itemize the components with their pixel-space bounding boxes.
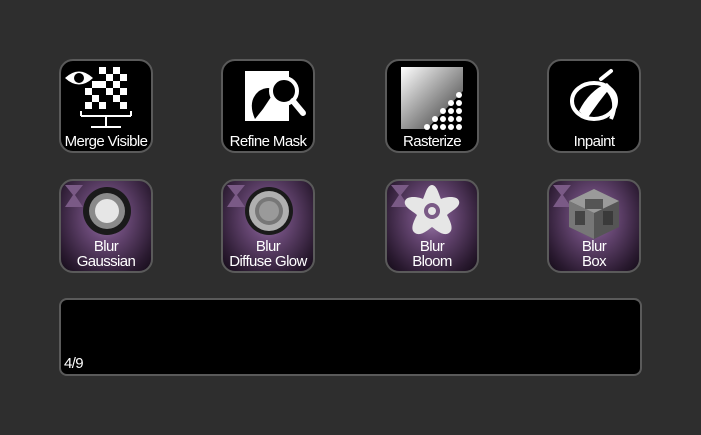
label-line: Rasterize: [403, 133, 462, 150]
label-line: Blur: [581, 238, 607, 255]
label-line: Gaussian: [76, 253, 136, 270]
merge-visible-label: Merge Visible: [61, 134, 151, 149]
refine-mask-button[interactable]: Refine Mask: [221, 59, 315, 153]
blur-gaussian-button[interactable]: Blur Gaussian: [59, 179, 153, 273]
blur-bloom-label: Blur Bloom: [387, 239, 477, 269]
rasterize-button[interactable]: Rasterize: [385, 59, 479, 153]
inpaint-label: Inpaint: [549, 134, 639, 149]
refine-mask-label: Refine Mask: [223, 134, 313, 149]
rasterize-label: Rasterize: [387, 134, 477, 149]
blur-gaussian-label: Blur Gaussian: [61, 239, 151, 269]
label-line: Diffuse Glow: [229, 253, 307, 270]
blur-diffuse-glow-button[interactable]: Blur Diffuse Glow: [221, 179, 315, 273]
display-panel: 4/9: [59, 298, 642, 376]
blur-diffuse-glow-label: Blur Diffuse Glow: [223, 239, 313, 269]
label-line: Blur: [255, 238, 281, 255]
label-line: Bloom: [412, 253, 452, 270]
label-line: Merge Visible: [64, 133, 148, 150]
label-line: Blur: [419, 238, 445, 255]
blur-box-button[interactable]: Blur Box: [547, 179, 641, 273]
merge-visible-button[interactable]: Merge Visible: [59, 59, 153, 153]
label-line: Refine Mask: [229, 133, 307, 150]
page-indicator: 4/9: [64, 355, 84, 372]
blur-bloom-button[interactable]: Blur Bloom: [385, 179, 479, 273]
label-line: Blur: [93, 238, 119, 255]
label-line: Inpaint: [573, 133, 615, 150]
blur-box-label: Blur Box: [549, 239, 639, 269]
label-line: Box: [581, 253, 607, 270]
inpaint-button[interactable]: Inpaint: [547, 59, 641, 153]
